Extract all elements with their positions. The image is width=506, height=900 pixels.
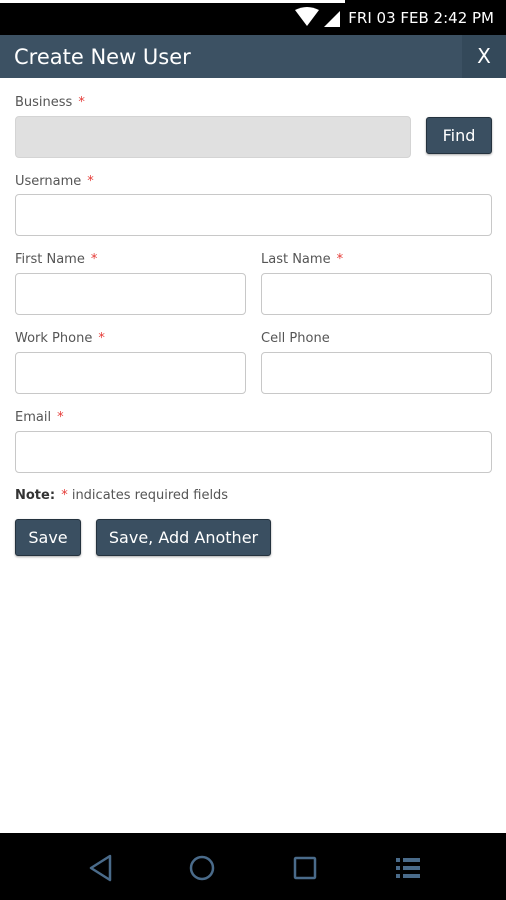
username-field[interactable] xyxy=(15,194,492,236)
required-marker: * xyxy=(78,95,85,110)
required-marker: * xyxy=(98,331,105,346)
first-name-label: First Name * xyxy=(15,252,98,267)
username-label: Username * xyxy=(15,174,94,189)
save-button[interactable]: Save xyxy=(15,519,81,556)
cell-signal-icon xyxy=(324,11,340,27)
email-label: Email * xyxy=(15,410,64,425)
required-marker: * xyxy=(57,410,64,425)
find-button[interactable]: Find xyxy=(426,117,492,154)
required-marker: * xyxy=(336,252,344,267)
navigation-bar xyxy=(0,833,506,900)
page-title: Create New User xyxy=(14,45,191,69)
required-note: Note: * indicates required fields xyxy=(15,488,229,503)
required-marker: * xyxy=(87,174,94,189)
save-add-another-button[interactable]: Save, Add Another xyxy=(96,519,271,556)
cell-phone-field[interactable] xyxy=(261,352,492,394)
menu-icon[interactable] xyxy=(393,853,423,883)
work-phone-field[interactable] xyxy=(15,352,246,394)
required-marker: * xyxy=(61,488,68,503)
last-name-field[interactable] xyxy=(261,273,492,315)
status-bar: FRI 03 FEB 2:42 PM xyxy=(0,0,506,35)
recents-icon[interactable] xyxy=(290,853,320,883)
first-name-field[interactable] xyxy=(15,273,246,315)
create-user-form: Business * Find Username * First Name * Las… xyxy=(0,78,506,833)
status-time: FRI 03 FEB 2:42 PM xyxy=(348,9,494,27)
wifi-icon xyxy=(295,7,319,26)
required-marker: * xyxy=(90,252,98,267)
app-header: Create New User X xyxy=(0,35,506,78)
business-field[interactable] xyxy=(15,116,411,158)
home-icon[interactable] xyxy=(187,853,217,883)
business-label: Business * xyxy=(15,95,85,110)
cell-phone-label: Cell Phone xyxy=(261,331,330,346)
last-name-label: Last Name * xyxy=(261,252,344,267)
close-button[interactable]: X xyxy=(462,35,506,78)
status-progress-line xyxy=(0,0,345,3)
work-phone-label: Work Phone * xyxy=(15,331,105,346)
back-icon[interactable] xyxy=(86,853,116,883)
email-field[interactable] xyxy=(15,431,492,473)
status-icons xyxy=(295,7,340,27)
